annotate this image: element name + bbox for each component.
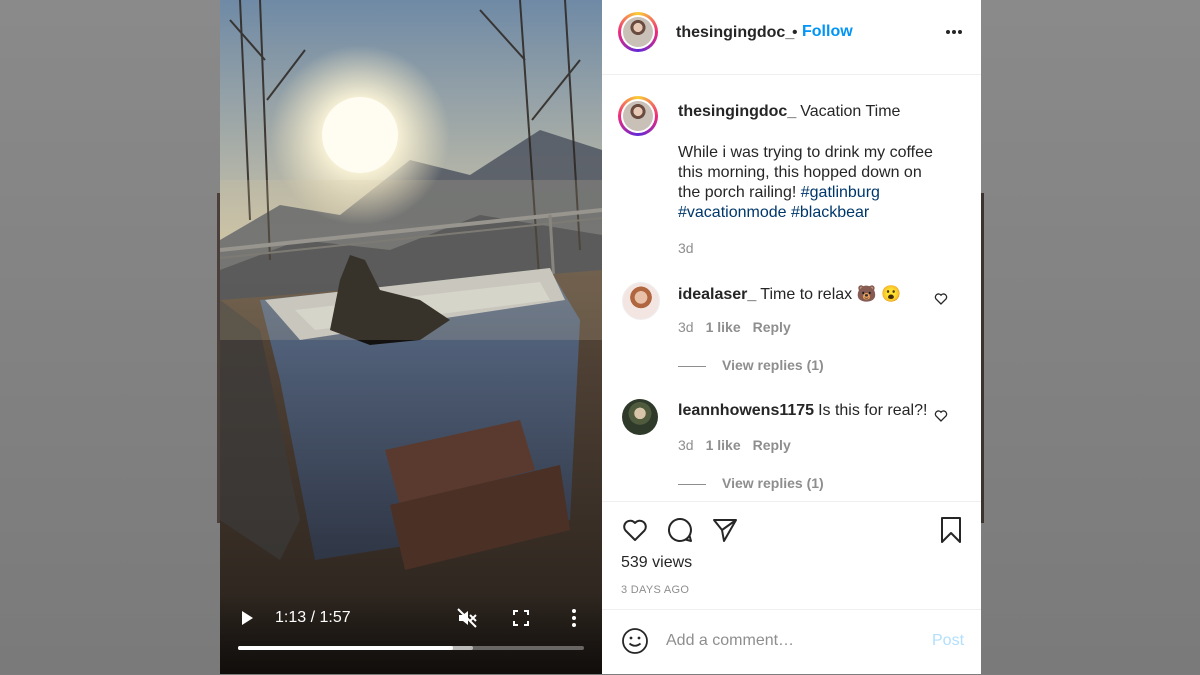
comment-meta: 3d 1 like Reply xyxy=(678,437,803,453)
post-date: 3 DAYS AGO xyxy=(621,584,690,596)
author-avatar[interactable] xyxy=(618,12,658,52)
comment-likes[interactable]: 1 like xyxy=(706,437,741,453)
like-heart-icon[interactable] xyxy=(621,516,649,544)
volume-muted-icon xyxy=(457,608,477,628)
backdrop-edge-right xyxy=(981,193,984,523)
emoji-smiley-icon[interactable] xyxy=(621,627,649,655)
replies-divider xyxy=(678,365,706,367)
view-replies-button[interactable]: View replies (1) xyxy=(678,475,824,491)
caption-header: thesingingdoc_ Vacation Time xyxy=(678,103,900,121)
caption-avatar[interactable] xyxy=(618,96,658,136)
post-comment-button[interactable]: Post xyxy=(932,632,964,650)
hashtag-link[interactable]: #gatlinburg xyxy=(801,184,880,201)
follow-button[interactable]: Follow xyxy=(802,23,853,41)
hashtag-link[interactable]: #vacationmode xyxy=(678,204,787,221)
comment-like-heart-icon[interactable] xyxy=(934,292,948,306)
comment-meta: 3d 1 like Reply xyxy=(678,319,803,335)
video-player[interactable]: 1:13 / 1:57 xyxy=(220,0,602,674)
commenter-username[interactable]: idealaser_ xyxy=(678,286,756,303)
video-progress-fill xyxy=(238,646,453,650)
caption-text-block: While i was trying to drink my coffee th… xyxy=(678,143,948,223)
comment-text: Time to relax 🐻 😮 xyxy=(760,286,901,303)
comment-reply-button[interactable]: Reply xyxy=(753,319,791,335)
share-plane-icon[interactable] xyxy=(711,516,739,544)
caption-timestamp: 3d xyxy=(678,240,694,256)
play-button[interactable] xyxy=(240,606,256,630)
replies-divider xyxy=(678,483,706,485)
comment-input[interactable] xyxy=(666,628,916,654)
hashtag-link[interactable]: #blackbear xyxy=(791,204,869,221)
backdrop-left xyxy=(0,0,220,674)
post-details-panel: thesingingdoc_ • Follow thesingingdoc_ Va… xyxy=(602,0,981,674)
video-controls xyxy=(220,594,602,674)
view-count[interactable]: 539 views xyxy=(621,554,692,572)
save-bookmark-icon[interactable] xyxy=(937,516,965,544)
comment-likes[interactable]: 1 like xyxy=(706,319,741,335)
view-replies-button[interactable]: View replies (1) xyxy=(678,357,824,373)
author-username[interactable]: thesingingdoc_ xyxy=(676,24,794,42)
comment-time: 3d xyxy=(678,319,694,335)
fullscreen-button[interactable] xyxy=(512,609,530,627)
add-comment-bar: Post xyxy=(602,609,981,675)
comment-like-heart-icon[interactable] xyxy=(934,409,948,423)
comment-line: idealaser_ Time to relax 🐻 😮 xyxy=(678,284,901,304)
header-separator: • xyxy=(792,24,798,41)
view-replies-label: View replies (1) xyxy=(722,357,824,373)
comment-text: Is this for real?! xyxy=(818,402,928,419)
view-replies-label: View replies (1) xyxy=(722,475,824,491)
caption-username[interactable]: thesingingdoc_ xyxy=(678,103,796,120)
more-options-icon[interactable] xyxy=(945,27,963,37)
commenter-avatar[interactable] xyxy=(622,399,658,435)
video-frame-image xyxy=(220,0,602,674)
comment-bubble-icon[interactable] xyxy=(666,516,694,544)
comment-time: 3d xyxy=(678,437,694,453)
play-icon xyxy=(242,611,253,625)
video-time-readout: 1:13 / 1:57 xyxy=(275,609,351,626)
video-progress-bar[interactable] xyxy=(238,646,584,650)
comment-reply-button[interactable]: Reply xyxy=(753,437,791,453)
fullscreen-icon xyxy=(513,610,529,626)
commenter-username[interactable]: leannhowens1175 xyxy=(678,402,814,419)
caption-title: Vacation Time xyxy=(800,103,901,120)
post-actions-bar: 539 views 3 DAYS AGO xyxy=(602,501,981,610)
mute-button[interactable] xyxy=(456,607,478,629)
comment-line: leannhowens1175 Is this for real?! xyxy=(678,402,927,420)
post-header: thesingingdoc_ • Follow xyxy=(602,0,981,75)
more-vertical-icon xyxy=(572,609,576,627)
commenter-avatar[interactable] xyxy=(622,282,660,320)
backdrop-right xyxy=(981,0,1200,674)
video-more-options-button[interactable] xyxy=(565,607,583,629)
